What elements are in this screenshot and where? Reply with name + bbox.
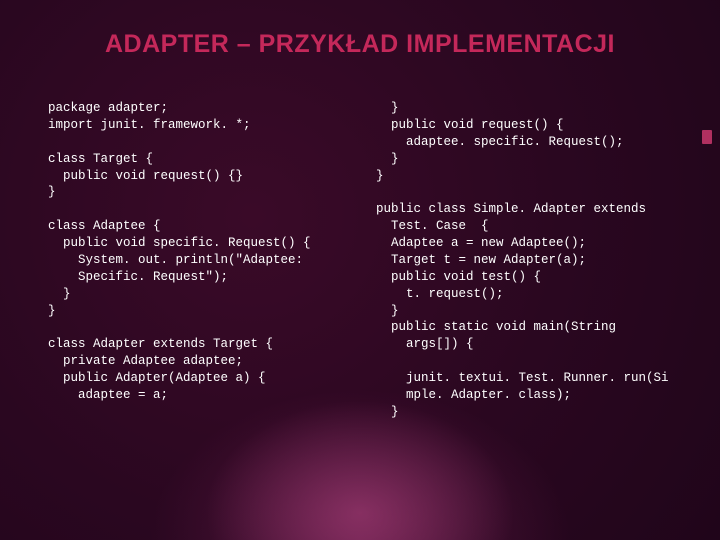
code-left-column: package adapter; import junit. framework… xyxy=(48,100,352,421)
code-right-column: } public void request() { adaptee. speci… xyxy=(376,100,680,421)
page-marker xyxy=(702,130,712,144)
code-columns: package adapter; import junit. framework… xyxy=(48,100,680,421)
slide-title: ADAPTER – PRZYKŁAD IMPLEMENTACJI xyxy=(0,30,720,59)
